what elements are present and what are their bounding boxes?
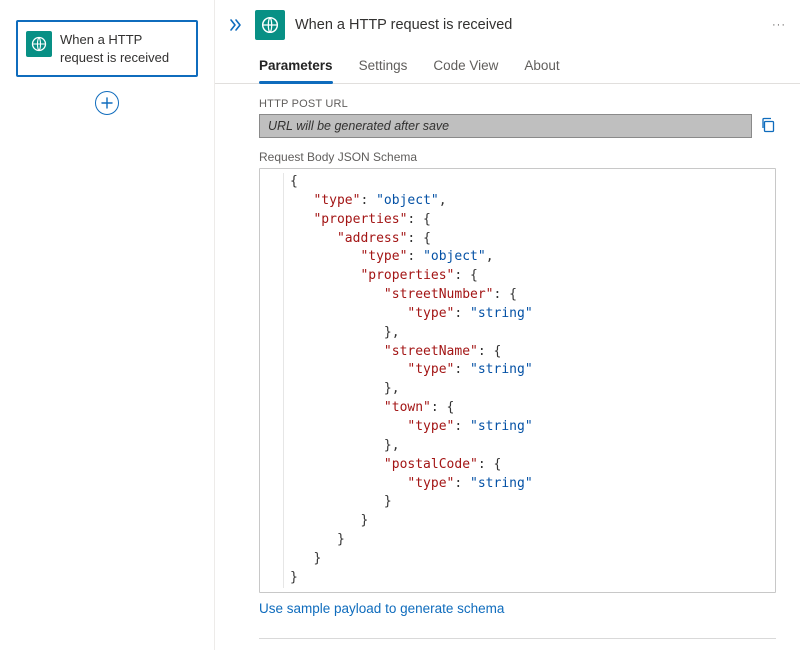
panel-menu-button[interactable]: ··· <box>772 19 786 31</box>
schema-label: Request Body JSON Schema <box>259 150 776 164</box>
http-url-field: URL will be generated after save <box>259 114 752 138</box>
copy-url-button[interactable] <box>760 117 776 136</box>
tab-codeview[interactable]: Code View <box>433 58 498 83</box>
sample-payload-link[interactable]: Use sample payload to generate schema <box>259 601 504 616</box>
schema-editor[interactable]: { "type": "object", "properties": { "add… <box>259 168 776 593</box>
tab-parameters[interactable]: Parameters <box>259 58 333 83</box>
tab-settings[interactable]: Settings <box>359 58 408 83</box>
tab-about[interactable]: About <box>524 58 559 83</box>
tab-bar: Parameters Settings Code View About <box>215 48 800 84</box>
collapse-panel-button[interactable] <box>225 18 245 32</box>
divider <box>259 638 776 639</box>
panel-title: When a HTTP request is received <box>295 17 762 33</box>
http-url-label: HTTP POST URL <box>259 98 776 110</box>
add-step-button[interactable] <box>95 91 119 115</box>
trigger-node[interactable]: When a HTTP request is received <box>16 20 198 77</box>
http-trigger-icon <box>255 10 285 40</box>
trigger-node-label: When a HTTP request is received <box>60 31 188 66</box>
details-panel: When a HTTP request is received ··· Para… <box>215 0 800 650</box>
canvas-pane: When a HTTP request is received <box>0 0 215 650</box>
http-trigger-icon <box>26 31 52 57</box>
